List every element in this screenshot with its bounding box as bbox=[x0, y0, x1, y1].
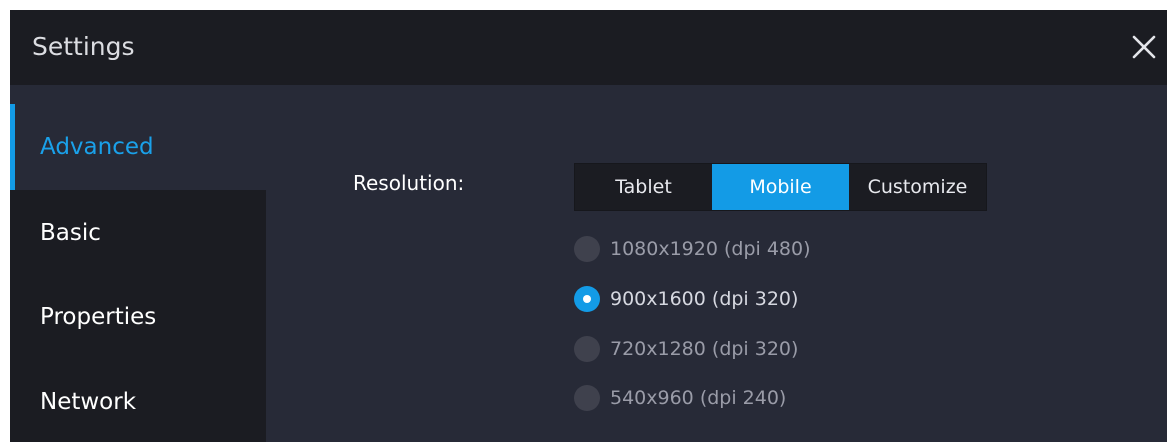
sidebar-item-network[interactable]: Network bbox=[10, 359, 266, 442]
tab-tablet[interactable]: Tablet bbox=[575, 164, 712, 210]
resolution-option-label: 720x1280 (dpi 320) bbox=[610, 338, 799, 360]
dialog-title: Settings bbox=[32, 32, 135, 61]
resolution-option-label: 900x1600 (dpi 320) bbox=[610, 288, 799, 310]
close-icon bbox=[1132, 35, 1156, 59]
title-bar: Settings bbox=[10, 10, 1167, 85]
radio-button[interactable] bbox=[574, 236, 600, 262]
resolution-option-label: 1080x1920 (dpi 480) bbox=[610, 238, 811, 260]
radio-button[interactable] bbox=[574, 286, 600, 312]
settings-dialog: Settings Advanced Basic Properties Netwo… bbox=[10, 10, 1167, 442]
resolution-option-label: 540x960 (dpi 240) bbox=[610, 387, 787, 409]
sidebar-item-advanced[interactable]: Advanced bbox=[10, 104, 266, 190]
sidebar-item-label: Properties bbox=[40, 304, 157, 330]
radio-button[interactable] bbox=[574, 336, 600, 362]
sidebar-item-label: Network bbox=[40, 389, 137, 415]
sidebar-item-label: Basic bbox=[40, 220, 101, 246]
radio-button[interactable] bbox=[574, 385, 600, 411]
resolution-label: Resolution: bbox=[353, 171, 465, 195]
resolution-mode-toggle: Tablet Mobile Customize bbox=[574, 163, 987, 211]
close-button[interactable] bbox=[1127, 30, 1161, 64]
settings-sidebar: Advanced Basic Properties Network bbox=[10, 104, 266, 442]
sidebar-item-properties[interactable]: Properties bbox=[10, 274, 266, 360]
tab-customize[interactable]: Customize bbox=[849, 164, 986, 210]
sidebar-item-label: Advanced bbox=[40, 134, 154, 160]
tab-mobile[interactable]: Mobile bbox=[712, 164, 849, 210]
sidebar-item-basic[interactable]: Basic bbox=[10, 190, 266, 276]
